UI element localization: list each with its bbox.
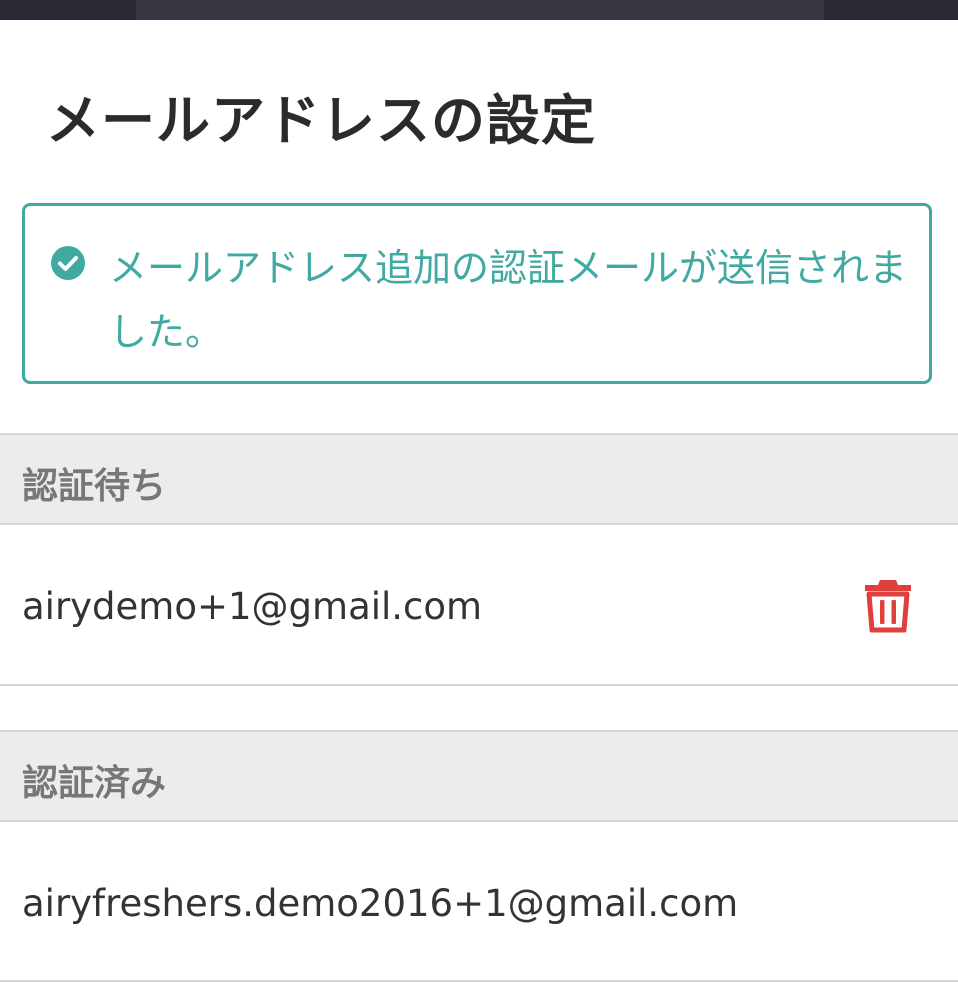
email-row-pending: airydemo+1@gmail.com [0,525,958,686]
section-header-verified: 認証済み [0,730,958,822]
page-title: メールアドレスの設定 [46,89,596,152]
alert-message: メールアドレス追加の認証メールが送信されました。 [109,246,908,354]
trash-icon[interactable] [862,577,914,633]
email-row-verified: airyfreshers.demo2016+1@gmail.com [0,822,958,982]
browser-top-bar [0,0,958,20]
check-circle-icon [51,246,85,280]
browser-tab-strip [136,0,824,20]
success-alert: メールアドレス追加の認証メールが送信されました。 [22,203,932,384]
section-header-label: 認証待ち [22,466,167,507]
verified-email-address: airyfreshers.demo2016+1@gmail.com [22,882,739,925]
section-header-pending: 認証待ち [0,433,958,525]
section-header-label: 認証済み [22,763,167,804]
pending-email-address: airydemo+1@gmail.com [22,585,483,628]
